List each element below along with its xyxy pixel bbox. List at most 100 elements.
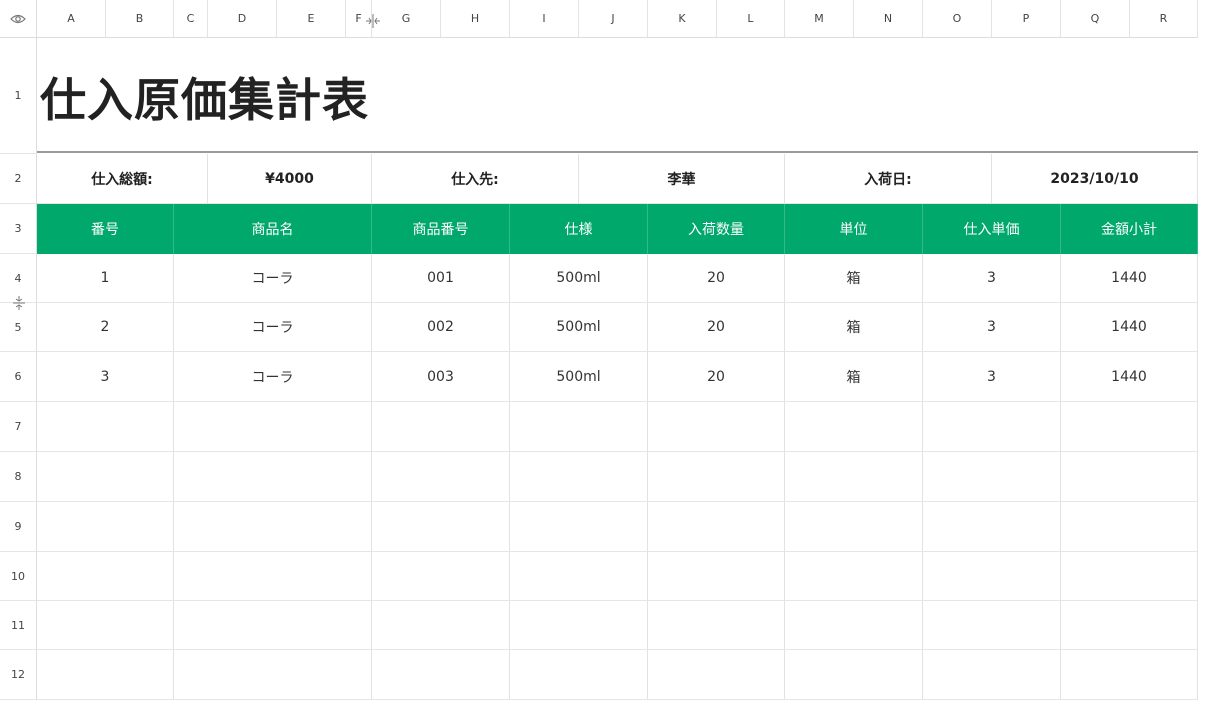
row-header-7[interactable]: 7 xyxy=(0,402,37,452)
empty-cell[interactable] xyxy=(923,650,1061,700)
row-header-8[interactable]: 8 xyxy=(0,452,37,502)
empty-cell[interactable] xyxy=(510,552,648,601)
cell-unit-price[interactable]: 3 xyxy=(923,254,1061,303)
column-header-o[interactable]: O xyxy=(923,0,992,38)
column-header-b[interactable]: B xyxy=(106,0,174,38)
empty-cell[interactable] xyxy=(37,601,174,650)
empty-cell[interactable] xyxy=(785,452,923,502)
empty-cell[interactable] xyxy=(372,502,510,552)
empty-cell[interactable] xyxy=(372,402,510,452)
empty-cell[interactable] xyxy=(785,601,923,650)
cell-product-name[interactable]: コーラ xyxy=(174,352,372,402)
row-resize-icon[interactable] xyxy=(12,295,26,311)
cell-no[interactable]: 1 xyxy=(37,254,174,303)
empty-cell[interactable] xyxy=(37,402,174,452)
row-header-6[interactable]: 6 xyxy=(0,352,37,402)
date-value-cell[interactable]: 2023/10/10 xyxy=(992,154,1198,204)
empty-cell[interactable] xyxy=(785,402,923,452)
empty-cell[interactable] xyxy=(174,502,372,552)
cell-unit[interactable]: 箱 xyxy=(785,352,923,402)
column-header-i[interactable]: I xyxy=(510,0,579,38)
empty-cell[interactable] xyxy=(510,402,648,452)
empty-cell[interactable] xyxy=(510,502,648,552)
column-header-k[interactable]: K xyxy=(648,0,717,38)
cell-product-code[interactable]: 001 xyxy=(372,254,510,303)
empty-cell[interactable] xyxy=(648,502,785,552)
empty-cell[interactable] xyxy=(372,452,510,502)
empty-cell[interactable] xyxy=(372,552,510,601)
empty-cell[interactable] xyxy=(785,552,923,601)
column-resize-icon[interactable] xyxy=(364,13,382,29)
empty-cell[interactable] xyxy=(37,502,174,552)
header-product-code[interactable]: 商品番号 xyxy=(372,204,510,254)
empty-cell[interactable] xyxy=(923,452,1061,502)
column-header-p[interactable]: P xyxy=(992,0,1061,38)
empty-cell[interactable] xyxy=(923,601,1061,650)
empty-cell[interactable] xyxy=(648,601,785,650)
header-unit-price[interactable]: 仕入単価 xyxy=(923,204,1061,254)
empty-cell[interactable] xyxy=(648,650,785,700)
row-header-2[interactable]: 2 xyxy=(0,154,37,204)
cell-spec[interactable]: 500ml xyxy=(510,303,648,352)
empty-cell[interactable] xyxy=(923,552,1061,601)
cell-subtotal[interactable]: 1440 xyxy=(1061,303,1198,352)
cell-quantity[interactable]: 20 xyxy=(648,352,785,402)
empty-cell[interactable] xyxy=(174,402,372,452)
supplier-label-cell[interactable]: 仕入先: xyxy=(372,154,579,204)
column-header-h[interactable]: H xyxy=(441,0,510,38)
cell-quantity[interactable]: 20 xyxy=(648,303,785,352)
total-label-cell[interactable]: 仕入総額: xyxy=(37,154,208,204)
cell-product-name[interactable]: コーラ xyxy=(174,303,372,352)
select-all-corner[interactable] xyxy=(0,0,37,38)
row-header-12[interactable]: 12 xyxy=(0,650,37,700)
cell-unit[interactable]: 箱 xyxy=(785,303,923,352)
row-header-11[interactable]: 11 xyxy=(0,601,37,650)
header-quantity[interactable]: 入荷数量 xyxy=(648,204,785,254)
column-header-a[interactable]: A xyxy=(37,0,106,38)
empty-cell[interactable] xyxy=(785,502,923,552)
empty-cell[interactable] xyxy=(174,601,372,650)
cell-spec[interactable]: 500ml xyxy=(510,352,648,402)
supplier-value-cell[interactable]: 李華 xyxy=(579,154,785,204)
column-header-r[interactable]: R xyxy=(1130,0,1198,38)
row-header-3[interactable]: 3 xyxy=(0,204,37,254)
empty-cell[interactable] xyxy=(37,552,174,601)
row-header-9[interactable]: 9 xyxy=(0,502,37,552)
column-header-c[interactable]: C xyxy=(174,0,208,38)
cell-quantity[interactable]: 20 xyxy=(648,254,785,303)
column-header-j[interactable]: J xyxy=(579,0,648,38)
header-spec[interactable]: 仕様 xyxy=(510,204,648,254)
column-header-l[interactable]: L xyxy=(717,0,785,38)
total-value-cell[interactable]: ¥4000 xyxy=(208,154,372,204)
empty-cell[interactable] xyxy=(174,650,372,700)
cell-spec[interactable]: 500ml xyxy=(510,254,648,303)
column-header-q[interactable]: Q xyxy=(1061,0,1130,38)
column-header-g[interactable]: G xyxy=(372,0,441,38)
row-header-10[interactable]: 10 xyxy=(0,552,37,601)
header-product-name[interactable]: 商品名 xyxy=(174,204,372,254)
empty-cell[interactable] xyxy=(785,650,923,700)
empty-cell[interactable] xyxy=(923,402,1061,452)
column-header-m[interactable]: M xyxy=(785,0,854,38)
cell-unit-price[interactable]: 3 xyxy=(923,352,1061,402)
cell-no[interactable]: 2 xyxy=(37,303,174,352)
empty-cell[interactable] xyxy=(37,650,174,700)
empty-cell[interactable] xyxy=(510,601,648,650)
header-unit[interactable]: 単位 xyxy=(785,204,923,254)
empty-cell[interactable] xyxy=(648,552,785,601)
empty-cell[interactable] xyxy=(1061,601,1198,650)
row-header-1[interactable]: 1 xyxy=(0,38,37,154)
cell-product-name[interactable]: コーラ xyxy=(174,254,372,303)
empty-cell[interactable] xyxy=(174,452,372,502)
cell-unit[interactable]: 箱 xyxy=(785,254,923,303)
empty-cell[interactable] xyxy=(1061,502,1198,552)
date-label-cell[interactable]: 入荷日: xyxy=(785,154,992,204)
column-header-d[interactable]: D xyxy=(208,0,277,38)
column-header-n[interactable]: N xyxy=(854,0,923,38)
empty-cell[interactable] xyxy=(1061,452,1198,502)
empty-cell[interactable] xyxy=(648,402,785,452)
cell-subtotal[interactable]: 1440 xyxy=(1061,352,1198,402)
empty-cell[interactable] xyxy=(648,452,785,502)
cell-unit-price[interactable]: 3 xyxy=(923,303,1061,352)
empty-cell[interactable] xyxy=(372,650,510,700)
